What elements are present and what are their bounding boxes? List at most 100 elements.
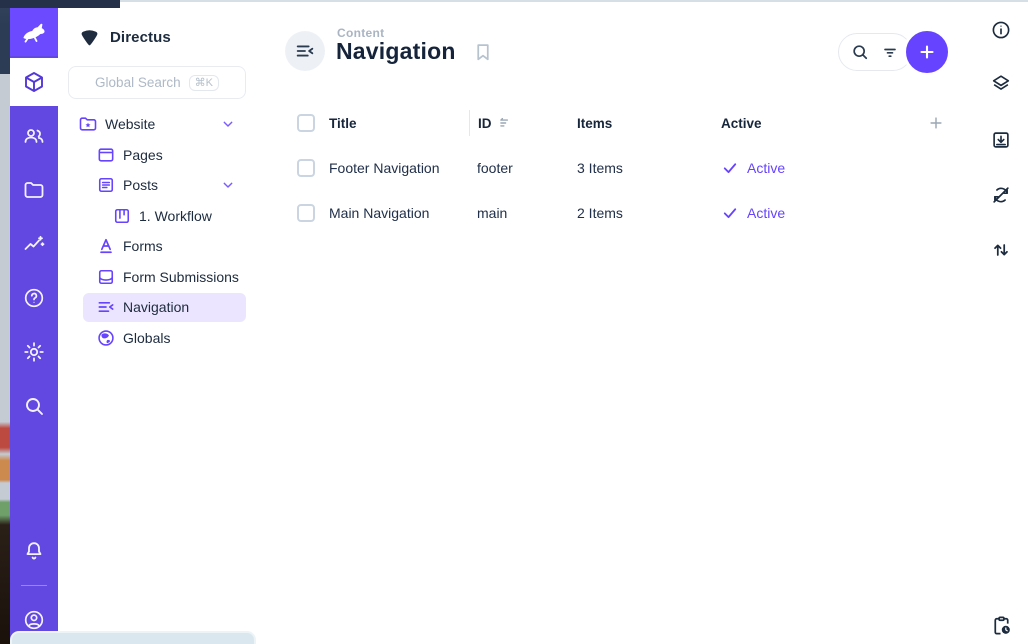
article-icon bbox=[96, 175, 116, 195]
notifications-button[interactable] bbox=[10, 527, 58, 575]
module-search[interactable] bbox=[10, 382, 58, 430]
gear-icon bbox=[22, 340, 46, 364]
sync-disabled-icon bbox=[990, 184, 1012, 206]
global-search-placeholder: Global Search bbox=[95, 75, 181, 90]
info-icon bbox=[990, 19, 1012, 41]
search-filter-pill bbox=[838, 33, 912, 71]
collection-tree: Website Pages Posts bbox=[58, 109, 262, 353]
add-item-button[interactable] bbox=[903, 28, 951, 76]
collection-icon-button[interactable] bbox=[285, 31, 325, 71]
row-checkbox[interactable] bbox=[297, 159, 315, 177]
cell-title: Main Navigation bbox=[329, 205, 469, 221]
tree-item-workflow[interactable]: 1. Workflow bbox=[58, 201, 262, 232]
kanban-icon bbox=[112, 206, 132, 226]
items-table: Title ID Items Active Footer Navigation … bbox=[297, 110, 945, 235]
top-chrome-line bbox=[0, 0, 1028, 2]
active-label: Active bbox=[747, 160, 785, 176]
sync-disabled-button[interactable] bbox=[990, 184, 1012, 206]
module-files[interactable] bbox=[10, 166, 58, 214]
window-icon bbox=[96, 145, 116, 165]
table-row[interactable]: Main Navigation main 2 Items Active bbox=[297, 190, 945, 235]
check-icon bbox=[721, 204, 739, 222]
module-settings[interactable] bbox=[10, 328, 58, 376]
status-popup bbox=[10, 631, 256, 644]
cell-active: Active bbox=[713, 159, 917, 177]
rabbit-logo-icon bbox=[19, 17, 49, 47]
activity-log-button[interactable] bbox=[990, 614, 1012, 636]
module-bar bbox=[10, 8, 58, 644]
inbox-icon bbox=[96, 267, 116, 287]
swap-vertical-icon bbox=[990, 239, 1012, 261]
folder-icon bbox=[22, 178, 46, 202]
search-icon[interactable] bbox=[850, 42, 870, 62]
module-content[interactable] bbox=[10, 58, 58, 106]
tree-item-pages[interactable]: Pages bbox=[58, 140, 262, 171]
chevron-down-icon[interactable] bbox=[220, 116, 236, 132]
cell-items: 2 Items bbox=[569, 205, 713, 221]
module-bar-divider bbox=[21, 585, 47, 586]
box-icon bbox=[22, 70, 46, 94]
tree-item-website[interactable]: Website bbox=[58, 109, 262, 140]
add-column-button[interactable] bbox=[917, 114, 945, 132]
module-insights[interactable] bbox=[10, 220, 58, 268]
nav-list-icon bbox=[294, 40, 316, 62]
shortcut-badge: ⌘K bbox=[189, 75, 219, 91]
active-label: Active bbox=[747, 205, 785, 221]
cell-items: 3 Items bbox=[569, 160, 713, 176]
bell-icon bbox=[22, 539, 46, 563]
cell-id: footer bbox=[469, 160, 569, 176]
select-all-cell bbox=[297, 114, 329, 132]
tree-item-label: Navigation bbox=[123, 299, 189, 315]
search-icon bbox=[22, 394, 46, 418]
column-header-id[interactable]: ID bbox=[469, 110, 569, 136]
cell-active: Active bbox=[713, 204, 917, 222]
table-row[interactable]: Footer Navigation footer 3 Items Active bbox=[297, 145, 945, 190]
globe-icon bbox=[96, 328, 116, 348]
help-icon bbox=[22, 286, 46, 310]
people-icon bbox=[22, 124, 46, 148]
insights-icon bbox=[22, 232, 46, 256]
cell-title: Footer Navigation bbox=[329, 160, 469, 176]
letter-a-icon bbox=[96, 236, 116, 256]
layout-options-button[interactable] bbox=[990, 73, 1012, 95]
sort-items-button[interactable] bbox=[990, 239, 1012, 261]
tree-item-posts[interactable]: Posts bbox=[58, 170, 262, 201]
select-all-checkbox[interactable] bbox=[297, 114, 315, 132]
project-header[interactable]: Directus bbox=[58, 8, 262, 52]
tree-item-label: Globals bbox=[123, 330, 170, 346]
tree-item-forms[interactable]: Forms bbox=[58, 231, 262, 262]
tree-item-label: Website bbox=[105, 116, 155, 132]
table-header-row: Title ID Items Active bbox=[297, 110, 945, 136]
page-title: Navigation bbox=[336, 38, 456, 65]
column-header-active[interactable]: Active bbox=[713, 116, 917, 131]
desktop-dark-patch bbox=[0, 0, 120, 8]
cell-id: main bbox=[469, 205, 569, 221]
column-header-title[interactable]: Title bbox=[329, 116, 469, 131]
chevron-down-icon[interactable] bbox=[220, 177, 236, 193]
column-header-items[interactable]: Items bbox=[569, 116, 713, 131]
tree-item-navigation[interactable]: Navigation bbox=[58, 292, 262, 323]
plus-icon bbox=[916, 41, 938, 63]
row-checkbox[interactable] bbox=[297, 204, 315, 222]
tree-item-globals[interactable]: Globals bbox=[58, 323, 262, 354]
info-sidebar-button[interactable] bbox=[990, 19, 1012, 41]
module-help[interactable] bbox=[10, 274, 58, 322]
tree-item-label: Form Submissions bbox=[123, 269, 239, 285]
bookmark-icon[interactable] bbox=[472, 41, 494, 63]
tree-item-label: Forms bbox=[123, 238, 163, 254]
module-bar-bottom bbox=[10, 527, 58, 644]
module-users[interactable] bbox=[10, 112, 58, 160]
sort-indicator-icon[interactable] bbox=[498, 116, 512, 130]
tree-item-label: Pages bbox=[123, 147, 163, 163]
filter-icon[interactable] bbox=[880, 42, 900, 62]
folder-star-icon bbox=[78, 114, 98, 134]
column-header-id-label: ID bbox=[478, 116, 492, 131]
global-search-input[interactable]: Global Search ⌘K bbox=[68, 66, 246, 99]
directus-logo-button[interactable] bbox=[10, 8, 58, 56]
import-export-button[interactable] bbox=[990, 129, 1012, 151]
pending-actions-icon bbox=[990, 614, 1012, 637]
project-name: Directus bbox=[110, 29, 171, 46]
tree-item-form-submissions[interactable]: Form Submissions bbox=[58, 262, 262, 293]
layers-icon bbox=[990, 73, 1012, 95]
check-icon bbox=[721, 159, 739, 177]
